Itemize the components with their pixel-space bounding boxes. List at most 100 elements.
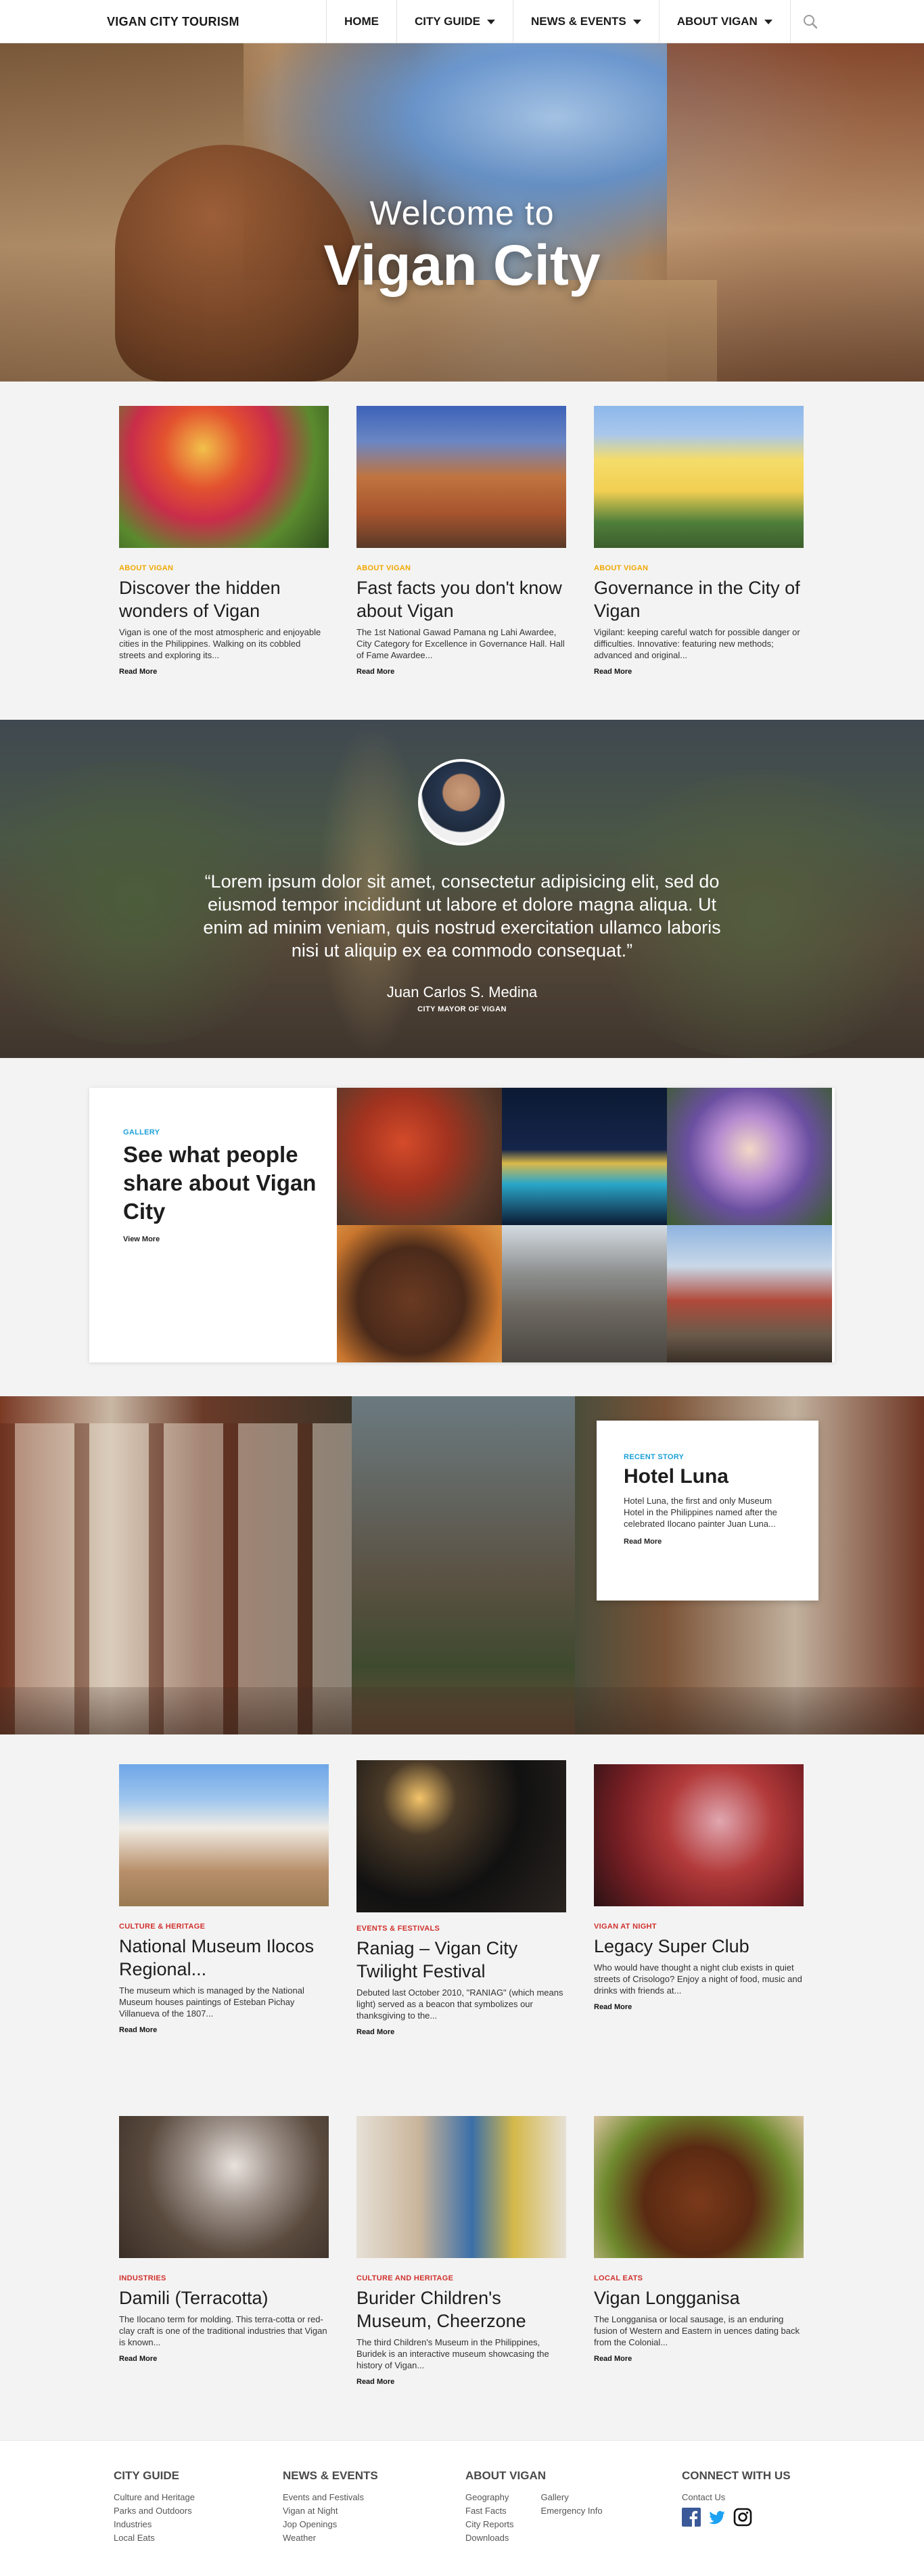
footer-link[interactable]: Events and Festivals	[283, 2492, 378, 2506]
contact-us-link[interactable]: Contact Us	[682, 2492, 791, 2502]
card-title[interactable]: Raniag – Vigan City Twilight Festival	[356, 1937, 566, 1983]
card-category: CULTURE & HERITAGE	[119, 1923, 206, 1931]
card-excerpt: The Ilocano term for molding. This terra…	[119, 2314, 327, 2347]
card-image-street-night[interactable]	[356, 406, 566, 548]
footer-col-connect: CONNECT WITH US Contact Us	[682, 2469, 791, 2527]
footer-link[interactable]: Vigan at Night	[283, 2506, 378, 2519]
gallery-photo[interactable]	[337, 1225, 502, 1362]
featured-list-2: INDUSTRIES Damili (Terracotta) The Iloca…	[0, 2094, 924, 2440]
card-title[interactable]: Discover the hidden wonders of Vigan	[119, 576, 329, 622]
gallery-photo[interactable]	[337, 1088, 502, 1225]
story-card: RECENT STORY Hotel Luna Hotel Luna, the …	[597, 1421, 818, 1601]
facebook-icon[interactable]	[682, 2508, 701, 2527]
hero-title: Vigan City	[323, 233, 601, 297]
footer-link[interactable]: Parks and Outdoors	[114, 2506, 195, 2519]
card-excerpt: Vigilant: keeping careful watch for poss…	[594, 627, 800, 660]
card-title[interactable]: Fast facts you don't know about Vigan	[356, 576, 566, 622]
read-more-link[interactable]: Read More	[594, 2003, 632, 2011]
twitter-icon[interactable]	[708, 2508, 726, 2527]
caret-down-icon	[486, 19, 495, 24]
gallery-photo[interactable]	[667, 1225, 832, 1362]
card-image-terracotta[interactable]	[119, 2116, 329, 2258]
gallery-photo[interactable]	[502, 1225, 667, 1362]
footer-col-city-guide: CITY GUIDE Culture and Heritage Parks an…	[114, 2469, 195, 2546]
view-more-link[interactable]: View More	[123, 1235, 160, 1243]
nav-news-events[interactable]: NEWS & EVENTS	[512, 0, 659, 43]
site-brand[interactable]: VIGAN CITY TOURISM	[107, 15, 239, 29]
card-excerpt: The Longganisa or local sausage, is an e…	[594, 2314, 800, 2347]
nav-about-vigan-label: ABOUT VIGAN	[676, 15, 758, 28]
instagram-icon[interactable]	[733, 2508, 752, 2527]
gallery-info: GALLERY See what people share about Viga…	[123, 1128, 326, 1245]
gallery-photo[interactable]	[502, 1088, 667, 1225]
footer-link[interactable]: Fast Facts	[465, 2506, 514, 2519]
intro-card: ABOUT VIGAN Fast facts you don't know ab…	[356, 406, 566, 677]
card-category: LOCAL EATS	[594, 2274, 643, 2282]
quote-author-name: Juan Carlos S. Medina	[386, 984, 538, 1001]
nav-home-label: HOME	[344, 15, 379, 28]
caret-down-icon	[764, 19, 772, 24]
card-image-night-club[interactable]	[594, 1764, 804, 1906]
list-card: EVENTS & FESTIVALS Raniag – Vigan City T…	[356, 1760, 566, 2038]
read-more-link[interactable]: Read More	[119, 668, 157, 676]
quote-text: “Lorem ipsum dolor sit amet, consectetur…	[203, 871, 721, 961]
read-more-link[interactable]: Read More	[119, 2026, 157, 2034]
read-more-link[interactable]: Read More	[594, 668, 632, 676]
footer-link[interactable]: Culture and Heritage	[114, 2492, 195, 2506]
nav-news-events-label: NEWS & EVENTS	[530, 15, 626, 28]
read-more-link[interactable]: Read More	[356, 668, 394, 676]
top-navbar: VIGAN CITY TOURISM HOME CITY GUIDE NEWS …	[0, 0, 924, 43]
mayor-quote-section: “Lorem ipsum dolor sit amet, consectetur…	[0, 720, 924, 1058]
story-title[interactable]: Hotel Luna	[624, 1465, 791, 1488]
card-title[interactable]: National Museum Ilocos Regional...	[119, 1935, 329, 1981]
footer-link[interactable]: City Reports	[465, 2519, 514, 2533]
card-image-city-hall[interactable]	[594, 406, 804, 548]
card-excerpt: Who would have thought a night club exis…	[594, 1962, 802, 1996]
hero-welcome-text: Welcome to	[369, 194, 555, 232]
read-more-link[interactable]: Read More	[356, 2378, 394, 2386]
footer-link[interactable]: Jop Openings	[283, 2519, 378, 2533]
mayor-avatar	[418, 759, 505, 846]
card-title[interactable]: Damili (Terracotta)	[119, 2286, 329, 2309]
footer-link[interactable]: Gallery	[541, 2492, 603, 2506]
card-image-childrens-museum[interactable]	[356, 2116, 566, 2258]
card-category: EVENTS & FESTIVALS	[356, 1925, 440, 1933]
footer-col-about-vigan: ABOUT VIGAN Geography Fast Facts City Re…	[465, 2469, 603, 2546]
card-image-longganisa[interactable]	[594, 2116, 804, 2258]
footer-heading: ABOUT VIGAN	[465, 2469, 546, 2482]
card-title[interactable]: Burider Children's Museum, Cheerzone	[356, 2286, 566, 2332]
footer-link[interactable]: Emergency Info	[541, 2506, 603, 2519]
nav-about-vigan[interactable]: ABOUT VIGAN	[658, 0, 791, 43]
gallery-photo[interactable]	[667, 1088, 832, 1225]
footer-link[interactable]: Industries	[114, 2519, 195, 2533]
card-title[interactable]: Legacy Super Club	[594, 1935, 804, 1958]
main-menu: HOME CITY GUIDE NEWS & EVENTS ABOUT VIGA…	[326, 0, 791, 43]
card-image-museum-carriage[interactable]	[119, 1764, 329, 1906]
site-footer: CITY GUIDE Culture and Heritage Parks an…	[0, 2440, 924, 2576]
card-category: INDUSTRIES	[119, 2274, 166, 2282]
read-more-link[interactable]: Read More	[119, 2355, 157, 2363]
read-more-link[interactable]: Read More	[356, 2028, 394, 2036]
card-title[interactable]: Governance in the City of Vigan	[594, 576, 804, 622]
intro-card: ABOUT VIGAN Discover the hidden wonders …	[119, 406, 329, 677]
card-category: ABOUT VIGAN	[119, 564, 174, 572]
card-excerpt: Debuted last October 2010, "RANIAG" (whi…	[356, 1987, 563, 2021]
hero-banner: Welcome to Vigan City	[0, 43, 924, 382]
gallery-grid	[337, 1088, 832, 1362]
card-image-festival-dancer[interactable]	[119, 406, 329, 548]
footer-link[interactable]: Geography	[465, 2492, 514, 2506]
nav-home[interactable]: HOME	[326, 0, 396, 43]
story-category: RECENT STORY	[624, 1453, 685, 1461]
read-more-link[interactable]: Read More	[594, 2355, 632, 2363]
story-image-courtyard	[352, 1396, 575, 1734]
footer-heading: CITY GUIDE	[114, 2469, 179, 2482]
footer-link[interactable]: Downloads	[465, 2533, 514, 2546]
search-icon[interactable]	[800, 11, 821, 32]
card-excerpt: The museum which is managed by the Natio…	[119, 1985, 304, 2019]
read-more-link[interactable]: Read More	[624, 1538, 662, 1546]
card-title[interactable]: Vigan Longganisa	[594, 2286, 804, 2309]
footer-link[interactable]: Weather	[283, 2533, 378, 2546]
footer-link[interactable]: Local Eats	[114, 2533, 195, 2546]
card-image-lanterns[interactable]	[356, 1760, 566, 1912]
nav-city-guide[interactable]: CITY GUIDE	[396, 0, 513, 43]
